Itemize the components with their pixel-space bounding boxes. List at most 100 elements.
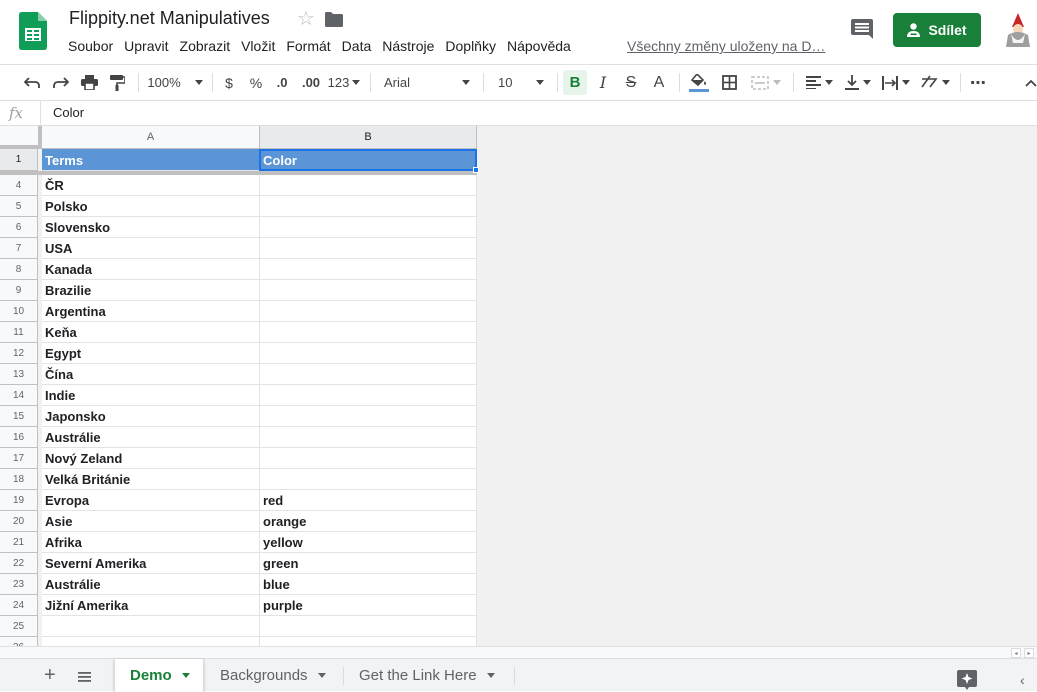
formula-input[interactable]: Color: [53, 105, 84, 120]
scroll-left-button[interactable]: ◂: [1011, 648, 1021, 658]
row-header[interactable]: 25: [0, 616, 38, 637]
menu-napoveda[interactable]: Nápověda: [507, 38, 571, 54]
zoom-select[interactable]: 100%: [146, 65, 204, 100]
redo-button[interactable]: [49, 65, 73, 100]
freeze-divider[interactable]: [42, 171, 477, 175]
cell-color[interactable]: [260, 406, 477, 427]
explore-icon[interactable]: [957, 670, 977, 690]
row-header[interactable]: 15: [0, 406, 38, 427]
row-header[interactable]: 20: [0, 511, 38, 532]
row-header[interactable]: 6: [0, 217, 38, 238]
column-header-a[interactable]: A: [42, 126, 260, 149]
star-icon[interactable]: ☆: [297, 8, 315, 30]
column-header-b[interactable]: B: [260, 126, 477, 149]
sheet-menu-chevron-icon[interactable]: [486, 673, 495, 678]
save-status-link[interactable]: Všechny změny uloženy na D…: [627, 38, 825, 54]
cell-color[interactable]: [260, 385, 477, 406]
print-button[interactable]: [77, 65, 101, 100]
cell-color[interactable]: [260, 217, 477, 238]
fill-color-button[interactable]: [687, 65, 711, 100]
avatar[interactable]: [1002, 13, 1034, 47]
cell-color[interactable]: blue: [260, 574, 477, 595]
sheets-logo-icon[interactable]: [19, 12, 47, 50]
more-options-button[interactable]: ⋯: [966, 65, 990, 100]
cell-color[interactable]: [260, 322, 477, 343]
vertical-align-button[interactable]: [840, 65, 876, 100]
increase-decimal-button[interactable]: .00: [299, 65, 323, 100]
cell-term[interactable]: Egypt: [42, 343, 260, 364]
cell-term[interactable]: Afrika: [42, 532, 260, 553]
select-all-corner[interactable]: [0, 126, 42, 149]
cell-color[interactable]: [260, 448, 477, 469]
row-header[interactable]: 11: [0, 322, 38, 343]
borders-button[interactable]: [718, 65, 740, 100]
undo-button[interactable]: [20, 65, 44, 100]
cell-color[interactable]: purple: [260, 595, 477, 616]
menu-format[interactable]: Formát: [286, 38, 330, 54]
cell-term[interactable]: Brazilie: [42, 280, 260, 301]
cell-term[interactable]: Keňa: [42, 322, 260, 343]
scroll-right-button[interactable]: ▸: [1024, 648, 1034, 658]
cell-color[interactable]: [260, 343, 477, 364]
horizontal-scrollbar[interactable]: ◂ ▸: [0, 646, 1037, 658]
bold-button[interactable]: B: [563, 70, 587, 95]
cell-color[interactable]: [260, 469, 477, 490]
cell-color[interactable]: [260, 427, 477, 448]
row-header[interactable]: 4: [0, 175, 38, 196]
more-formats-button[interactable]: 123: [327, 65, 361, 100]
cell-color[interactable]: [260, 301, 477, 322]
cell-color[interactable]: [260, 196, 477, 217]
cell-color[interactable]: orange: [260, 511, 477, 532]
side-panel-toggle[interactable]: ‹: [1020, 672, 1025, 688]
italic-button[interactable]: I: [592, 65, 614, 100]
collapse-menus-button[interactable]: [1024, 65, 1037, 100]
cell-color[interactable]: [260, 259, 477, 280]
sheet-grid[interactable]: A B 1 Terms Color 4 ČR 5 Polsko 6 Slovensko 7 USA 8…: [0, 126, 1037, 646]
cell-color[interactable]: [260, 637, 477, 646]
cell-term[interactable]: USA: [42, 238, 260, 259]
row-header[interactable]: 24: [0, 595, 38, 616]
row-header[interactable]: 16: [0, 427, 38, 448]
cell-term[interactable]: Severní Amerika: [42, 553, 260, 574]
cell-color[interactable]: [260, 280, 477, 301]
strikethrough-button[interactable]: S: [620, 65, 642, 100]
horizontal-align-button[interactable]: [801, 65, 837, 100]
menu-vlozit[interactable]: Vložit: [241, 38, 275, 54]
cell-term[interactable]: ČR: [42, 175, 260, 196]
row-header[interactable]: 22: [0, 553, 38, 574]
font-family-select[interactable]: Arial: [378, 65, 476, 100]
row-header[interactable]: 21: [0, 532, 38, 553]
cell-color[interactable]: [260, 364, 477, 385]
row-header[interactable]: 19: [0, 490, 38, 511]
menu-data[interactable]: Data: [342, 38, 372, 54]
percent-format-button[interactable]: %: [246, 65, 266, 100]
add-sheet-button[interactable]: +: [44, 665, 56, 685]
cell-term[interactable]: Indie: [42, 385, 260, 406]
text-wrap-button[interactable]: [878, 65, 914, 100]
document-title[interactable]: Flippity.net Manipulatives: [69, 8, 270, 29]
sheet-menu-chevron-icon[interactable]: [181, 673, 190, 678]
cell-term[interactable]: Japonsko: [42, 406, 260, 427]
cell-term[interactable]: Nový Zeland: [42, 448, 260, 469]
font-size-select[interactable]: 10: [491, 65, 551, 100]
cell-term[interactable]: Čína: [42, 364, 260, 385]
sheet-menu-chevron-icon[interactable]: [317, 673, 326, 678]
cell-term[interactable]: Velká Británie: [42, 469, 260, 490]
share-button[interactable]: Sdílet: [893, 13, 981, 47]
row-header[interactable]: 1: [0, 149, 38, 171]
cell-term[interactable]: [42, 637, 260, 646]
cell-term[interactable]: Polsko: [42, 196, 260, 217]
row-header[interactable]: 12: [0, 343, 38, 364]
sheet-tab-backgrounds[interactable]: Backgrounds: [205, 659, 343, 692]
text-rotation-button[interactable]: [917, 65, 953, 100]
sheet-tab-get-the-link[interactable]: Get the Link Here: [344, 659, 514, 692]
row-header[interactable]: 18: [0, 469, 38, 490]
header-cell-terms[interactable]: Terms: [42, 149, 260, 171]
cell-term[interactable]: Kanada: [42, 259, 260, 280]
row-header[interactable]: 26: [0, 637, 38, 646]
cell-term[interactable]: Jižní Amerika: [42, 595, 260, 616]
cell-color[interactable]: [260, 616, 477, 637]
menu-soubor[interactable]: Soubor: [68, 38, 113, 54]
cell-term[interactable]: Asie: [42, 511, 260, 532]
text-color-button[interactable]: A: [648, 65, 670, 100]
